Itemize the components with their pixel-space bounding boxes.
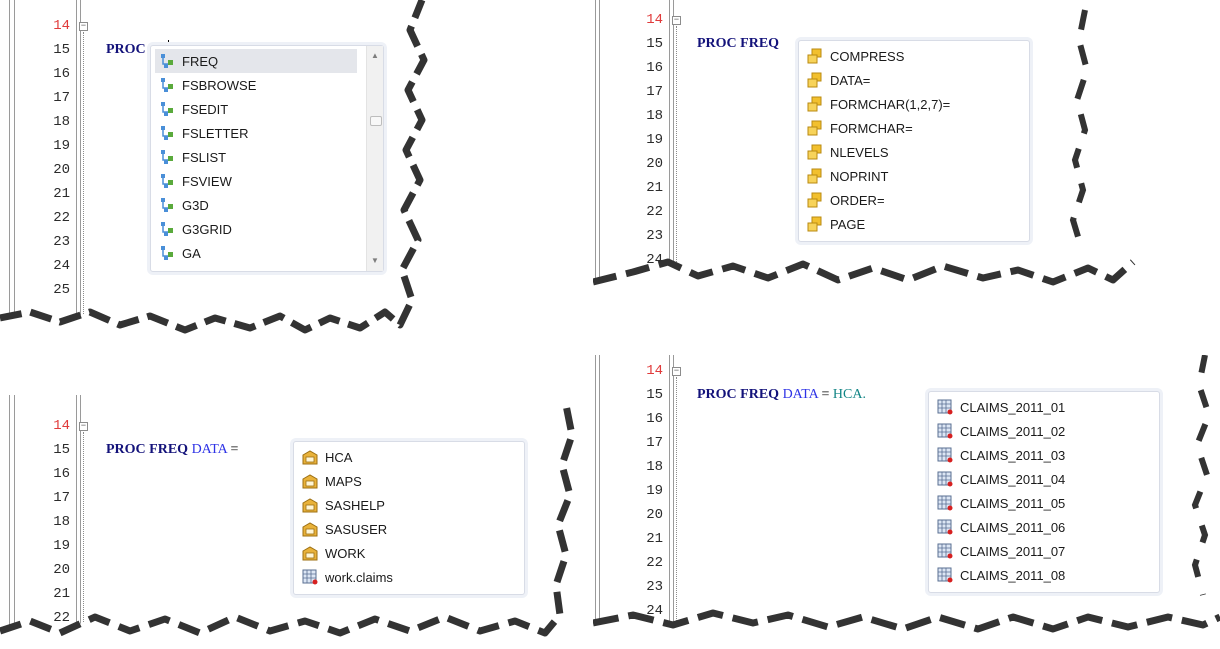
torn-edge-decoration [0, 0, 440, 345]
torn-edge-decoration [0, 395, 590, 649]
torn-edge-decoration [593, 355, 1220, 649]
editor-panel-library-autocomplete: 14 15 16 17 18 19 20 21 22 − PROC FREQ D… [0, 395, 590, 649]
editor-panel-option-autocomplete: 14 15 16 17 18 19 20 21 22 23 24 − PROC … [593, 0, 1220, 300]
editor-panel-dataset-autocomplete: 14 15 16 17 18 19 20 21 22 23 24 − PROC … [593, 355, 1220, 649]
editor-panel-proc-autocomplete: 14 15 16 17 18 19 20 21 22 23 24 25 − PR… [0, 0, 440, 345]
torn-edge-decoration [593, 0, 1220, 300]
